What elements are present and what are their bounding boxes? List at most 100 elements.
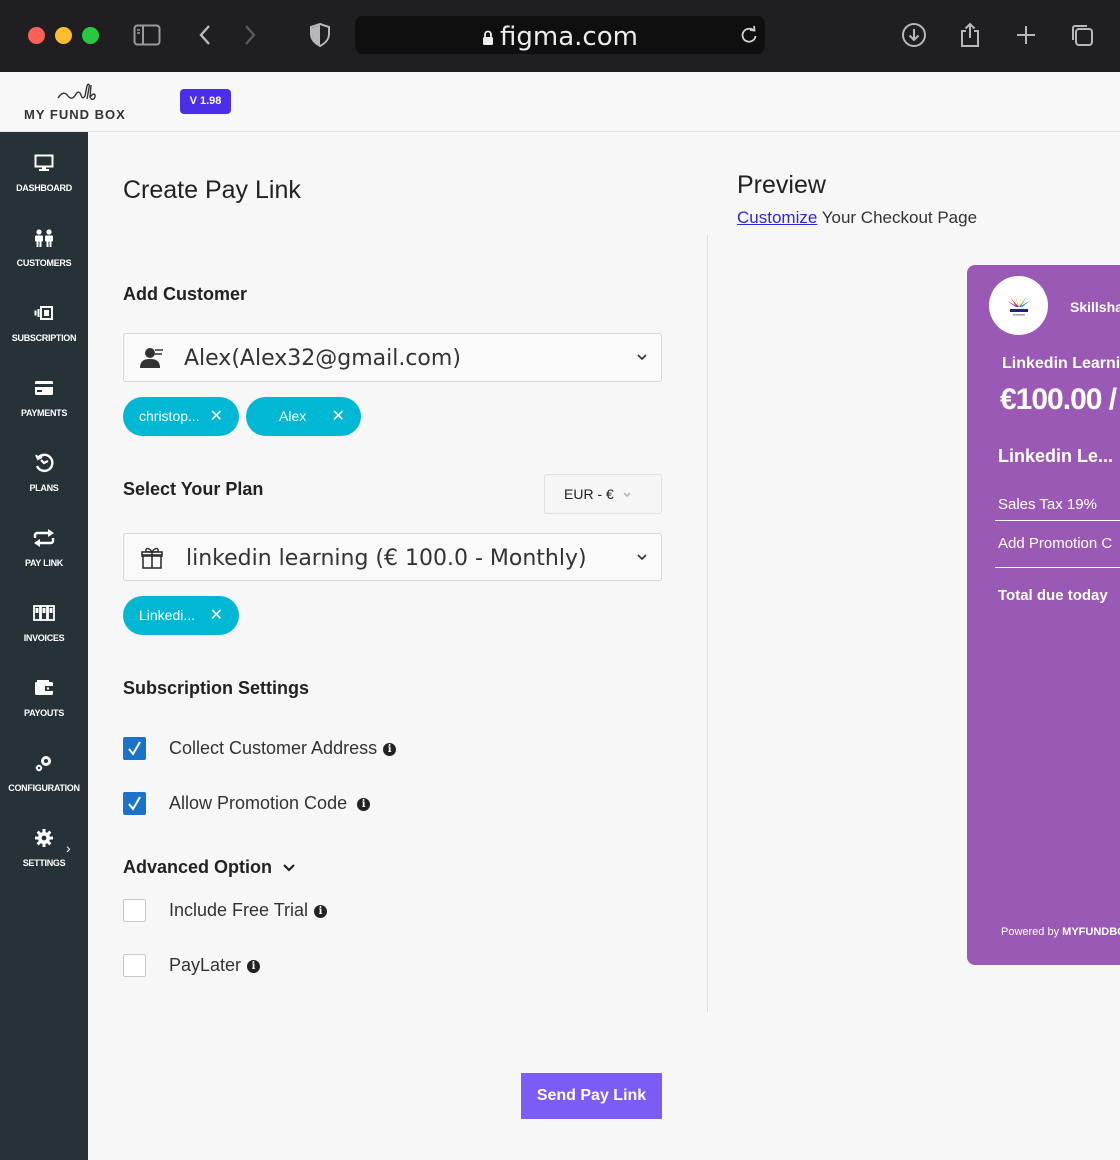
brand-logo-icon: [989, 276, 1048, 335]
minimize-window-button[interactable]: [55, 27, 72, 44]
cogs-icon: [32, 752, 56, 774]
repeat-icon: [32, 527, 56, 549]
info-icon[interactable]: i: [314, 904, 328, 918]
lock-icon: [482, 23, 494, 53]
sidebar-item-label: PAY LINK: [25, 558, 63, 568]
sidebar-item-payouts[interactable]: PAYOUTS: [0, 657, 88, 732]
card-add-promotion: Add Promotion C: [998, 535, 1113, 552]
chevron-down-icon: [621, 488, 633, 500]
browser-toolbar: figma.com: [0, 0, 1120, 72]
divider: [995, 520, 1120, 521]
address-bar[interactable]: figma.com: [355, 16, 765, 54]
tab-overview-icon[interactable]: [1067, 20, 1097, 50]
share-icon[interactable]: [955, 20, 985, 50]
close-window-button[interactable]: [28, 27, 45, 44]
back-icon[interactable]: [190, 20, 220, 50]
preview-title: Preview: [737, 171, 826, 199]
customize-link[interactable]: Customize: [737, 208, 817, 227]
sidebar-item-label: PAYMENTS: [20, 408, 68, 418]
card-powered-by: Powered by MYFUNDBO: [1001, 926, 1120, 938]
preview-subtitle: Customize Your Checkout Page: [737, 208, 978, 227]
plan-chip[interactable]: Linkedi... ✕: [123, 596, 239, 635]
sidebar-item-dashboard[interactable]: DASHBOARD: [0, 132, 88, 207]
sidebar-item-label: CONFIGURATION: [8, 783, 80, 793]
sidebar-item-subscription[interactable]: SUBSCRIPTION: [0, 282, 88, 357]
sidebar-item-plans[interactable]: PLANS: [0, 432, 88, 507]
advanced-option-toggle[interactable]: Advanced Option: [123, 857, 296, 879]
sidebar-item-payments[interactable]: PAYMENTS: [0, 357, 88, 432]
card-product-name: Linkedin Learnin: [1002, 355, 1120, 372]
user-icon: [138, 345, 166, 371]
card-plan-name: Linkedin Le...: [998, 446, 1114, 466]
users-icon: [32, 227, 56, 249]
sidebar-item-settings[interactable]: SETTINGS: [0, 807, 88, 882]
collect-address-label: Collect Customer Address i: [169, 738, 397, 759]
chevron-right-icon[interactable]: ›: [66, 840, 71, 856]
info-icon[interactable]: i: [247, 959, 261, 973]
chip-label: christop...: [139, 408, 200, 424]
info-icon[interactable]: i: [357, 797, 371, 811]
subscription-settings-label: Subscription Settings: [123, 678, 310, 698]
allow-promo-label: Allow Promotion Code i: [169, 793, 371, 814]
sidebar-item-customers[interactable]: CUSTOMERS: [0, 207, 88, 282]
checkmark-icon: [128, 796, 141, 811]
plans-icon: [32, 452, 56, 474]
plan-select[interactable]: linkedin learning (€ 100.0 - Monthly): [123, 533, 662, 581]
send-pay-link-button[interactable]: Send Pay Link: [521, 1073, 662, 1119]
sidebar-item-pay-link[interactable]: PAY LINK: [0, 507, 88, 582]
logo-mark-icon: [57, 83, 96, 101]
divider: [707, 235, 708, 1012]
forward-icon[interactable]: [235, 20, 265, 50]
version-badge: V 1.98: [180, 89, 231, 114]
chip-label: Linkedi...: [139, 607, 196, 623]
allow-promo-checkbox[interactable]: [123, 792, 146, 815]
card-total-due: Total due today: [998, 587, 1108, 604]
credit-card-icon: [32, 377, 56, 399]
sidebar-item-label: INVOICES: [23, 633, 65, 643]
shield-icon[interactable]: [305, 20, 335, 50]
chevron-down-icon: [282, 858, 296, 879]
wallet-icon: [32, 677, 56, 699]
sidebar-item-invoices[interactable]: INVOICES: [0, 582, 88, 657]
sidebar-item-label: SUBSCRIPTION: [11, 333, 77, 343]
chevron-down-icon: [635, 550, 649, 564]
close-icon[interactable]: ✕: [210, 397, 223, 436]
customer-chip[interactable]: christop... ✕: [123, 397, 239, 436]
currency-value: EUR - €: [564, 486, 614, 502]
sidebar-item-configuration[interactable]: CONFIGURATION: [0, 732, 88, 807]
chip-label: Alex: [279, 408, 307, 424]
free-trial-checkbox[interactable]: [123, 899, 146, 922]
info-icon[interactable]: i: [383, 742, 397, 756]
monitor-icon: [32, 152, 56, 174]
sidebar: DASHBOARD CUSTOMERS SUBSCRIPTION PAYMENT…: [0, 132, 88, 1160]
logo-text: MY FUND BOX: [24, 107, 126, 122]
card-sales-tax: Sales Tax 19%: [998, 496, 1097, 513]
new-tab-icon[interactable]: [1011, 20, 1041, 50]
paylater-checkbox[interactable]: [123, 954, 146, 977]
sidebar-item-label: PAYOUTS: [24, 708, 64, 718]
collect-address-checkbox[interactable]: [123, 737, 146, 760]
download-icon[interactable]: [899, 20, 929, 50]
card-price: €100.00 /: [1000, 383, 1117, 416]
subscription-icon: [32, 302, 56, 324]
customer-chip[interactable]: Alex ✕: [246, 397, 361, 436]
free-trial-label: Include Free Trial i: [169, 900, 328, 921]
customer-select-value: Alex(Alex32@gmail.com): [184, 346, 461, 371]
currency-select[interactable]: EUR - €: [544, 474, 662, 514]
sidebar-item-label: CUSTOMERS: [16, 258, 72, 268]
close-icon[interactable]: ✕: [332, 397, 345, 436]
zoom-window-button[interactable]: [82, 27, 99, 44]
customer-select[interactable]: Alex(Alex32@gmail.com): [123, 333, 662, 382]
logo[interactable]: MY FUND BOX: [24, 82, 144, 126]
url-text: figma.com: [500, 22, 638, 52]
divider: [995, 567, 1120, 568]
add-customer-label: Add Customer: [123, 284, 248, 304]
reload-icon[interactable]: [739, 25, 759, 50]
sidebar-item-label: DASHBOARD: [16, 183, 72, 193]
sidebar-item-label: SETTINGS: [22, 858, 66, 868]
plan-select-value: linkedin learning (€ 100.0 - Monthly): [186, 546, 587, 571]
close-icon[interactable]: ✕: [210, 596, 223, 635]
checkmark-icon: [128, 741, 141, 756]
sidebar-toggle-icon[interactable]: [132, 20, 162, 50]
select-plan-label: Select Your Plan: [123, 479, 264, 499]
